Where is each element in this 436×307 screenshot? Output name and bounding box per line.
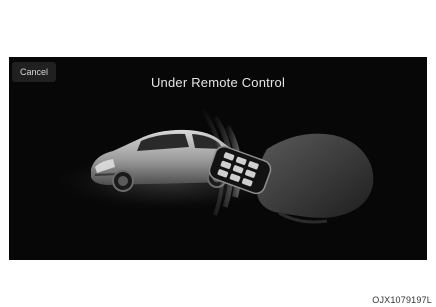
screen-title: Under Remote Control: [150, 75, 286, 90]
display-screen: Cancel Under Remote Control: [9, 57, 427, 260]
figure-code-caption: OJX1079197L: [372, 295, 432, 305]
manual-figure: Cancel Under Remote Control OJX1079197L: [0, 0, 436, 307]
hand-icon: [256, 133, 374, 224]
